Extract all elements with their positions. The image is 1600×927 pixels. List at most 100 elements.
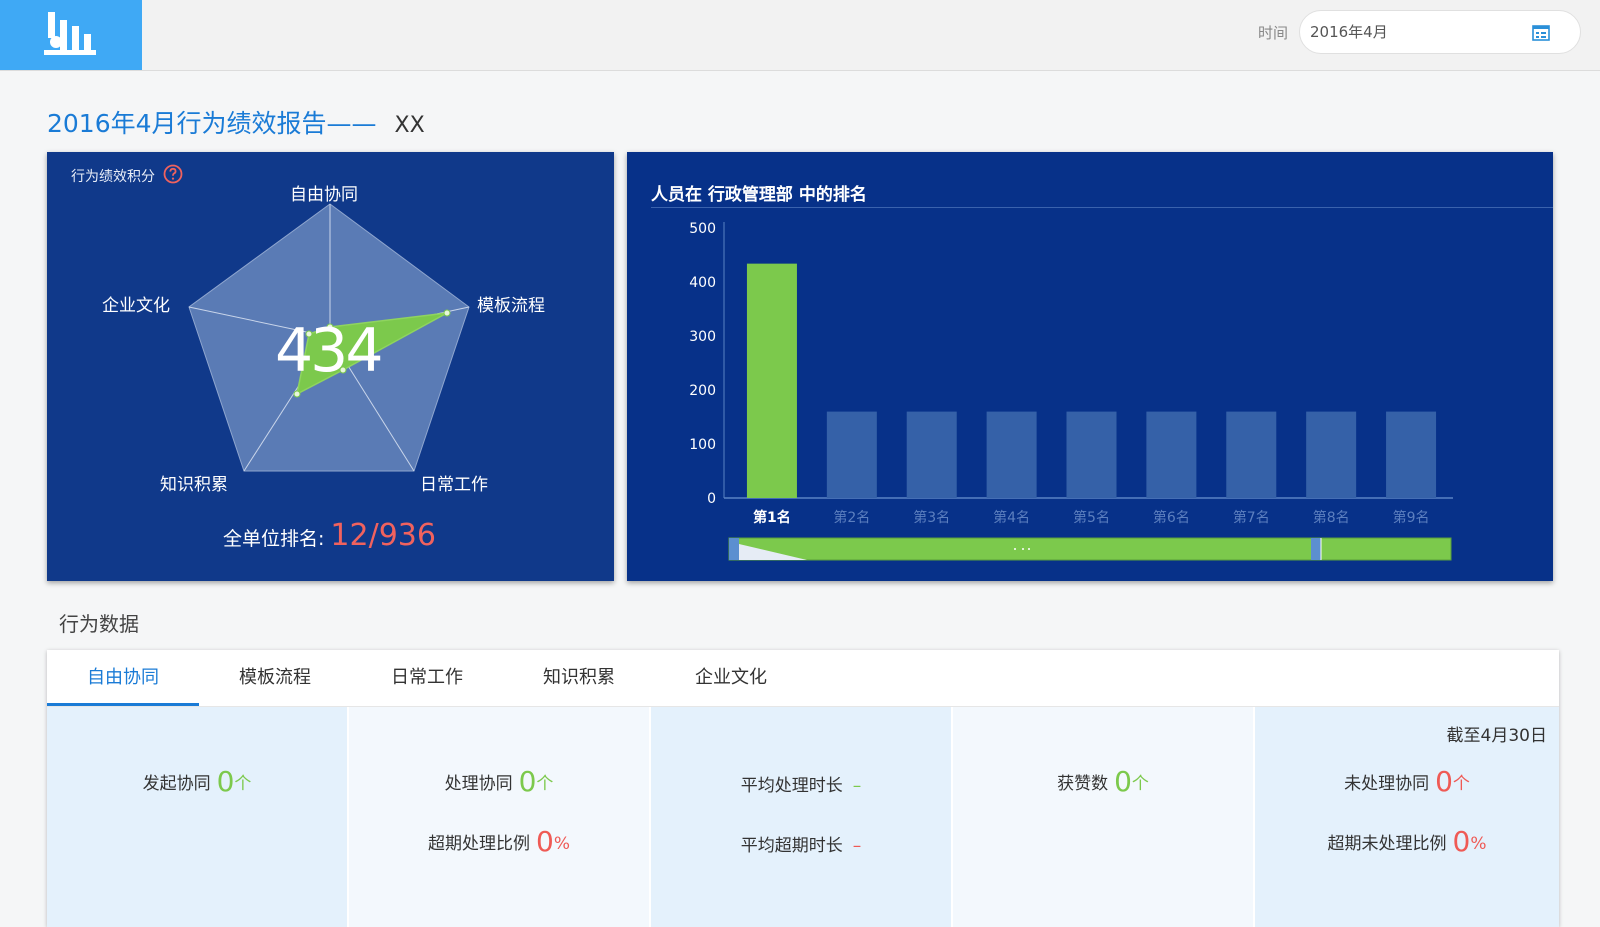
stat-value: 0 [536, 825, 554, 858]
stat-label: 超期处理比例 [428, 834, 530, 854]
radar-panel: 行为绩效积分 自由协同 模板流程 日常工作 知识积累 企业文化 434 全单位排… [47, 152, 614, 581]
report-title-text: 2016年4月行为绩效报告—— [47, 109, 377, 138]
stat-label: 平均超期时长 [740, 836, 843, 856]
tab-culture[interactable]: 企业文化 [655, 650, 807, 706]
stat-value: – [852, 836, 862, 856]
tab-daily-work[interactable]: 日常工作 [351, 650, 503, 706]
behaviour-data-card: 自由协同 模板流程 日常工作 知识积累 企业文化 发起协同 0个 处理协同 0个 超… [47, 650, 1559, 927]
time-label: 时间 [1257, 24, 1288, 42]
x-tick-label: 第4名 [993, 509, 1030, 526]
ranking-chart-panel: 人员在 行政管理部 中的排名 0 100 200 300 400 500 第1名 第2名 第3名… [627, 152, 1553, 581]
person-name: XX [394, 113, 425, 138]
slider-track [728, 537, 1452, 561]
radar-point [293, 390, 301, 398]
x-tick-label: 第9名 [1393, 509, 1430, 526]
initiated-stat: 发起协同 0个 [47, 765, 347, 798]
x-tick-label: 第7名 [1233, 509, 1270, 526]
stat-value: 0 [1114, 765, 1132, 798]
radar-axis-label: 企业文化 [102, 296, 170, 316]
stat-unit: 个 [1131, 774, 1149, 794]
stat-label: 发起协同 [142, 774, 211, 794]
y-tick-label: 400 [689, 275, 716, 291]
x-tick-label: 第6名 [1153, 509, 1190, 526]
radar-axis-label: 知识积累 [160, 475, 228, 495]
stat-cell-handled: 处理协同 0个 超期处理比例 0% [349, 707, 649, 927]
bar [1146, 411, 1197, 498]
stat-value: 0 [1452, 825, 1471, 858]
x-tick-label: 第3名 [913, 509, 950, 526]
bar-chart-logo-icon [44, 12, 96, 55]
page-title: 2016年4月行为绩效报告—— XX [47, 104, 425, 140]
tab-knowledge[interactable]: 知识积累 [503, 650, 655, 706]
calendar-icon[interactable] [1532, 24, 1550, 41]
radar-axis-label: 自由协同 [290, 185, 358, 205]
overdue-ratio-stat: 超期处理比例 0% [349, 825, 649, 858]
ranking-bar-chart: 0 100 200 300 400 500 第1名 第2名 第3名 第4名 第5名 第6名 第7名 第8名… [689, 221, 1453, 561]
x-tick-label: 第2名 [833, 509, 870, 526]
stat-unit: % [553, 834, 570, 854]
handled-stat: 处理协同 0个 [349, 765, 649, 798]
stat-label: 获赞数 [1057, 774, 1109, 794]
likes-stat: 获赞数 0个 [953, 765, 1253, 798]
stat-cell-initiated: 发起协同 0个 [47, 707, 347, 927]
bar [1306, 411, 1357, 498]
radar-axis-label: 日常工作 [420, 475, 488, 495]
bar [826, 411, 877, 498]
bar [1226, 411, 1277, 498]
bar [1386, 411, 1437, 498]
tab-template-process[interactable]: 模板流程 [199, 650, 351, 706]
score-label: 行为绩效积分 [71, 169, 155, 185]
stat-unit: % [1470, 834, 1487, 854]
as-of-date: 截至4月30日 [1446, 726, 1547, 746]
slider-grip-dot [1014, 548, 1016, 550]
y-tick-label: 0 [707, 491, 716, 507]
section-title: 行为数据 [59, 612, 139, 636]
total-score: 434 [275, 316, 384, 386]
stat-label: 超期未处理比例 [1327, 834, 1447, 854]
radar-axis-label: 模板流程 [477, 296, 545, 316]
x-tick-label: 第5名 [1073, 509, 1110, 526]
tab-free-collaboration[interactable]: 自由协同 [47, 650, 199, 706]
rank-label: 全单位排名: [223, 528, 325, 550]
slider-handle-right [1311, 538, 1321, 560]
bar [1066, 411, 1117, 498]
date-picker-input[interactable]: 2016年4月 [1299, 10, 1581, 54]
bar [906, 411, 957, 498]
x-tick-label: 第1名 [753, 509, 791, 526]
stat-cell-pending: 截至4月30日 未处理协同 0个 超期未处理比例 0% [1255, 707, 1559, 927]
stat-value: 0 [216, 765, 235, 798]
stat-unit: 个 [234, 774, 252, 794]
rank-value: 12/936 [330, 518, 436, 553]
stat-value: 0 [518, 765, 537, 798]
y-tick-label: 200 [689, 383, 716, 399]
date-value: 2016年4月 [1310, 23, 1388, 41]
tab-bar: 自由协同 模板流程 日常工作 知识积累 企业文化 [47, 650, 1559, 707]
slider-grip-dot [1022, 548, 1024, 550]
radar-point [443, 309, 451, 317]
top-bar: 时间 2016年4月 [0, 0, 1600, 71]
avg-overdue-stat: 平均超期时长 – [651, 831, 951, 856]
y-tick-label: 300 [689, 329, 716, 345]
bar [746, 263, 797, 498]
stat-label: 平均处理时长 [740, 776, 843, 796]
y-tick-label: 500 [689, 221, 716, 237]
stat-label: 处理协同 [444, 774, 513, 794]
bar [986, 411, 1037, 498]
pending-stat: 未处理协同 0个 [1255, 765, 1559, 798]
app-logo[interactable] [0, 0, 142, 70]
stat-cell-duration: 平均处理时长 – 平均超期时长 – [651, 707, 951, 927]
stat-value: 0 [1435, 765, 1453, 798]
stat-value: – [852, 776, 862, 796]
question-icon[interactable] [163, 164, 183, 184]
slider-handle-left [729, 538, 739, 560]
stat-unit: 个 [1452, 774, 1470, 794]
stat-label: 未处理协同 [1344, 774, 1430, 794]
stat-cell-likes: 获赞数 0个 [953, 707, 1253, 927]
x-tick-label: 第8名 [1313, 509, 1350, 526]
y-tick-label: 100 [689, 437, 716, 453]
stat-unit: 个 [536, 774, 554, 794]
company-rank: 全单位排名: 12/936 [223, 518, 436, 553]
pending-overdue-stat: 超期未处理比例 0% [1255, 825, 1559, 858]
avg-handle-stat: 平均处理时长 – [651, 771, 951, 796]
slider-grip-dot [1028, 548, 1030, 550]
